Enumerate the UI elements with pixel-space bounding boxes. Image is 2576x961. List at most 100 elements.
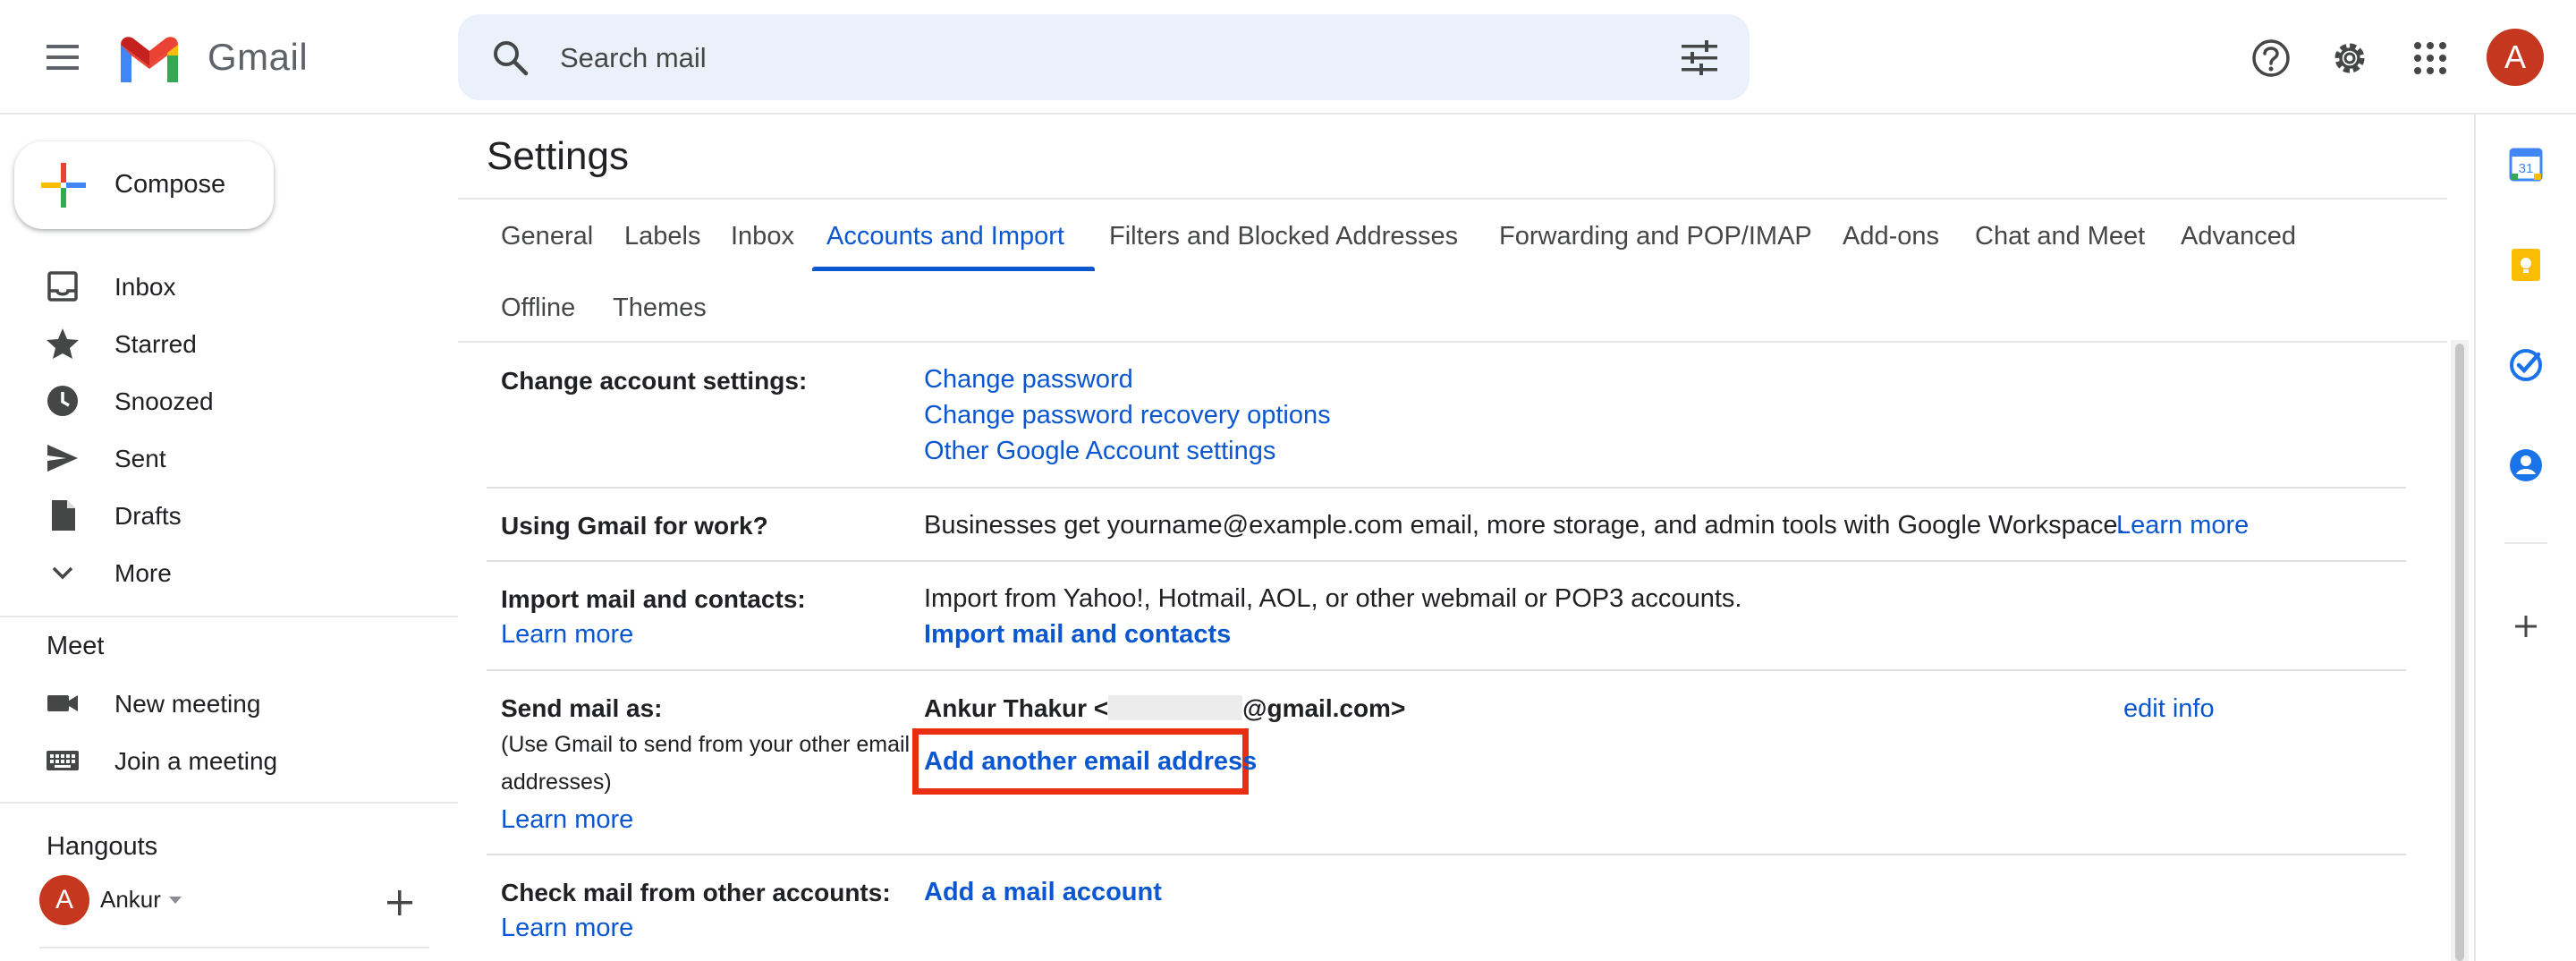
tab-general[interactable]: General	[501, 222, 593, 251]
redacted-email-part	[1108, 695, 1243, 720]
top-bar: Gmail A	[0, 0, 2576, 115]
tab-forwarding-and-pop-imap[interactable]: Forwarding and POP/IMAP	[1499, 222, 1812, 251]
search-options-icon[interactable]	[1680, 39, 1719, 77]
chevron-down-icon	[45, 555, 80, 591]
change-password-recovery-link[interactable]: Change password recovery options	[924, 401, 1331, 430]
gmail-for-work-text: Businesses get yourname@example.com emai…	[924, 511, 2125, 540]
send-icon	[45, 440, 80, 476]
nav-item-snoozed[interactable]: Snoozed	[0, 376, 447, 428]
check-mail-label: Check mail from other accounts:	[501, 879, 891, 906]
active-tab-indicator	[812, 267, 1095, 271]
compose-label: Compose	[114, 170, 226, 199]
apps-grid-icon[interactable]	[2410, 38, 2451, 79]
gmail-for-work-learn-more-link[interactable]: Learn more	[2116, 511, 2249, 540]
send-mail-as-description-cont: addresses)	[501, 770, 612, 795]
row-divider	[487, 487, 2406, 489]
tab-themes[interactable]: Themes	[613, 293, 707, 323]
nav-label: Sent	[114, 445, 166, 472]
search-input[interactable]	[558, 30, 1635, 86]
send-as-identity: Ankur Thakur < @gmail.com>	[924, 694, 1405, 723]
nav-item-starred[interactable]: Starred	[0, 319, 447, 370]
search-bar[interactable]	[458, 14, 1750, 100]
identity-name: Ankur Thakur <	[924, 694, 1109, 722]
gmail-logo-icon[interactable]	[116, 34, 182, 82]
page-title: Settings	[487, 134, 629, 178]
nav-item-new-meeting[interactable]: New meeting	[0, 678, 447, 730]
nav-label: Starred	[114, 330, 197, 358]
compose-plus-icon	[41, 163, 86, 208]
nav-label: New meeting	[114, 690, 261, 718]
hangouts-user-name[interactable]: Ankur	[100, 886, 161, 914]
draft-icon	[45, 498, 80, 533]
send-mail-as-learn-more-link[interactable]: Learn more	[501, 805, 633, 835]
app-name: Gmail	[208, 36, 309, 78]
row-divider	[487, 560, 2406, 562]
nav-item-inbox[interactable]: Inbox	[0, 261, 447, 313]
main-menu-icon[interactable]	[41, 38, 84, 77]
star-icon	[45, 326, 80, 361]
nav-label: Join a meeting	[114, 747, 278, 775]
tasks-icon[interactable]	[2508, 347, 2544, 383]
tabs-bottom-rule	[458, 341, 2447, 343]
nav-item-drafts[interactable]: Drafts	[0, 490, 447, 542]
keep-icon[interactable]	[2508, 247, 2544, 283]
video-camera-icon	[45, 685, 80, 721]
contacts-icon[interactable]	[2508, 447, 2544, 483]
change-password-link[interactable]: Change password	[924, 365, 1133, 395]
hangouts-section-title: Hangouts	[47, 832, 158, 861]
import-mail-and-contacts-link[interactable]: Import mail and contacts	[924, 620, 1231, 650]
nav-item-join-meeting[interactable]: Join a meeting	[0, 736, 447, 787]
tab-add-ons[interactable]: Add-ons	[1843, 222, 1939, 251]
row-divider	[487, 669, 2406, 671]
nav-divider	[0, 616, 458, 617]
keyboard-icon	[45, 743, 80, 778]
gmail-for-work-label: Using Gmail for work?	[501, 512, 768, 540]
calendar-icon[interactable]: 31	[2508, 147, 2544, 183]
add-another-email-address-link[interactable]: Add another email address	[924, 747, 1257, 777]
change-account-settings-label: Change account settings:	[501, 367, 808, 395]
tab-filters-and-blocked-addresses[interactable]: Filters and Blocked Addresses	[1109, 222, 1458, 251]
caret-down-icon[interactable]	[168, 894, 182, 905]
add-mail-account-link[interactable]: Add a mail account	[924, 878, 1162, 907]
help-icon[interactable]	[2250, 38, 2292, 79]
hangouts-avatar[interactable]: A	[39, 875, 89, 925]
side-panel-divider	[2504, 542, 2547, 544]
edit-info-link[interactable]: edit info	[2123, 694, 2215, 724]
nav-divider	[0, 802, 458, 804]
send-mail-as-label: Send mail as:	[501, 694, 663, 722]
nav-item-sent[interactable]: Sent	[0, 433, 447, 485]
tab-labels[interactable]: Labels	[624, 222, 700, 251]
svg-text:31: 31	[2519, 161, 2534, 176]
tab-inbox[interactable]: Inbox	[731, 222, 794, 251]
tab-accounts-and-import[interactable]: Accounts and Import	[826, 222, 1064, 251]
clock-icon	[45, 383, 80, 419]
send-mail-as-description: (Use Gmail to send from your other email	[501, 732, 911, 757]
compose-button[interactable]: Compose	[14, 141, 274, 229]
nav-label: Inbox	[114, 273, 176, 301]
tabs-top-rule	[458, 198, 2447, 200]
account-avatar[interactable]: A	[2487, 29, 2544, 86]
meet-section-title: Meet	[47, 632, 105, 660]
import-mail-text: Import from Yahoo!, Hotmail, AOL, or oth…	[924, 584, 1742, 613]
settings-gear-icon[interactable]	[2329, 38, 2370, 79]
tab-chat-and-meet[interactable]: Chat and Meet	[1975, 222, 2145, 251]
identity-domain: @gmail.com>	[1242, 694, 1406, 722]
side-panel	[2474, 115, 2576, 961]
scrollbar-thumb[interactable]	[2455, 344, 2464, 961]
add-icon[interactable]	[385, 888, 415, 918]
row-divider	[487, 854, 2406, 855]
tab-offline[interactable]: Offline	[501, 293, 575, 323]
nav-label: Drafts	[114, 502, 182, 530]
inbox-icon	[45, 268, 80, 304]
nav-item-more[interactable]: More	[0, 548, 447, 600]
search-icon[interactable]	[490, 38, 530, 77]
check-mail-learn-more-link[interactable]: Learn more	[501, 914, 633, 943]
get-add-ons-plus-icon[interactable]	[2508, 608, 2544, 644]
other-google-account-settings-link[interactable]: Other Google Account settings	[924, 437, 1275, 466]
nav-divider	[39, 947, 429, 948]
nav-label: Snoozed	[114, 387, 214, 415]
nav-label: More	[114, 559, 172, 587]
import-mail-learn-more-link[interactable]: Learn more	[501, 620, 633, 650]
tab-advanced[interactable]: Advanced	[2181, 222, 2296, 251]
import-mail-label: Import mail and contacts:	[501, 585, 806, 613]
